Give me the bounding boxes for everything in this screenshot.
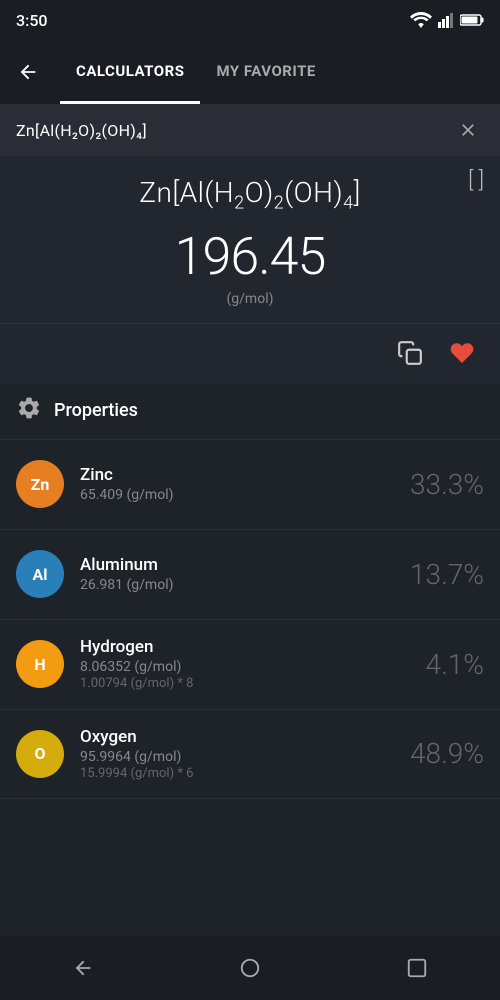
tab-my-favorite[interactable]: MY FAVORITE xyxy=(200,40,331,104)
element-info: Aluminum 26.981 (g/mol) xyxy=(80,555,378,593)
element-percent: 4.1% xyxy=(394,648,484,681)
element-name: Hydrogen xyxy=(80,637,378,657)
element-badge: O xyxy=(16,730,64,778)
formula-area: [ ] Zn[Al(H2O)2(OH)4] 196.45 (g/mol) xyxy=(0,156,500,323)
element-info: Hydrogen 8.06352 (g/mol)1.00794 (g/mol) *… xyxy=(80,637,378,691)
nav-tabs: CALCULATORS MY FAVORITE xyxy=(60,40,492,104)
element-info: Zinc 65.409 (g/mol) xyxy=(80,465,378,503)
top-nav: CALCULATORS MY FAVORITE xyxy=(0,40,500,104)
bracket-button[interactable]: [ ] xyxy=(468,168,484,193)
wifi-icon xyxy=(410,12,432,28)
status-icons xyxy=(410,12,484,28)
element-percent: 13.7% xyxy=(394,558,484,591)
search-text: Zn[Al(H₂O)₂(OH)₄] xyxy=(16,121,444,140)
element-badge: Al xyxy=(16,550,64,598)
properties-header: Properties xyxy=(0,383,500,439)
element-calc: 1.00794 (g/mol) * 8 xyxy=(80,676,378,691)
nav-back-button[interactable] xyxy=(58,943,108,993)
element-row: O Oxygen 95.9964 (g/mol)15.9994 (g/mol) * … xyxy=(0,709,500,799)
element-percent: 33.3% xyxy=(394,468,484,501)
element-name: Aluminum xyxy=(80,555,378,575)
element-name: Zinc xyxy=(80,465,378,485)
action-buttons xyxy=(0,323,500,383)
element-row: Al Aluminum 26.981 (g/mol) 13.7% xyxy=(0,529,500,619)
status-bar: 3:50 xyxy=(0,0,500,40)
search-clear-button[interactable] xyxy=(452,114,484,146)
signal-icon xyxy=(438,12,454,28)
back-button[interactable] xyxy=(8,52,48,92)
element-name: Oxygen xyxy=(80,727,378,747)
favorite-button[interactable] xyxy=(440,331,484,375)
nav-recents-button[interactable] xyxy=(392,943,442,993)
search-bar: Zn[Al(H₂O)₂(OH)₄] xyxy=(0,104,500,156)
element-row: H Hydrogen 8.06352 (g/mol)1.00794 (g/mol) … xyxy=(0,619,500,709)
element-mass: 8.06352 (g/mol) xyxy=(80,659,378,675)
element-row: Zn Zinc 65.409 (g/mol) 33.3% xyxy=(0,439,500,529)
elements-list: Zn Zinc 65.409 (g/mol) 33.3% Al Aluminum 26.98… xyxy=(0,439,500,799)
tab-calculators[interactable]: CALCULATORS xyxy=(60,40,200,104)
status-time: 3:50 xyxy=(16,11,48,30)
element-calc: 15.9994 (g/mol) * 6 xyxy=(80,766,378,781)
element-info: Oxygen 95.9964 (g/mol)15.9994 (g/mol) * 6 xyxy=(80,727,378,781)
element-badge: Zn xyxy=(16,460,64,508)
properties-icon xyxy=(16,395,42,427)
copy-button[interactable] xyxy=(388,331,432,375)
unit-label: (g/mol) xyxy=(16,291,484,307)
properties-title: Properties xyxy=(54,400,138,421)
nav-bar xyxy=(0,936,500,1000)
element-percent: 48.9% xyxy=(394,737,484,770)
molar-mass: 196.45 xyxy=(16,226,484,287)
nav-home-button[interactable] xyxy=(225,943,275,993)
element-mass: 95.9964 (g/mol) xyxy=(80,749,378,765)
element-mass: 26.981 (g/mol) xyxy=(80,577,378,593)
element-mass: 65.409 (g/mol) xyxy=(80,487,378,503)
battery-icon xyxy=(460,13,484,27)
element-badge: H xyxy=(16,640,64,688)
formula-display: Zn[Al(H2O)2(OH)4] xyxy=(16,176,484,214)
